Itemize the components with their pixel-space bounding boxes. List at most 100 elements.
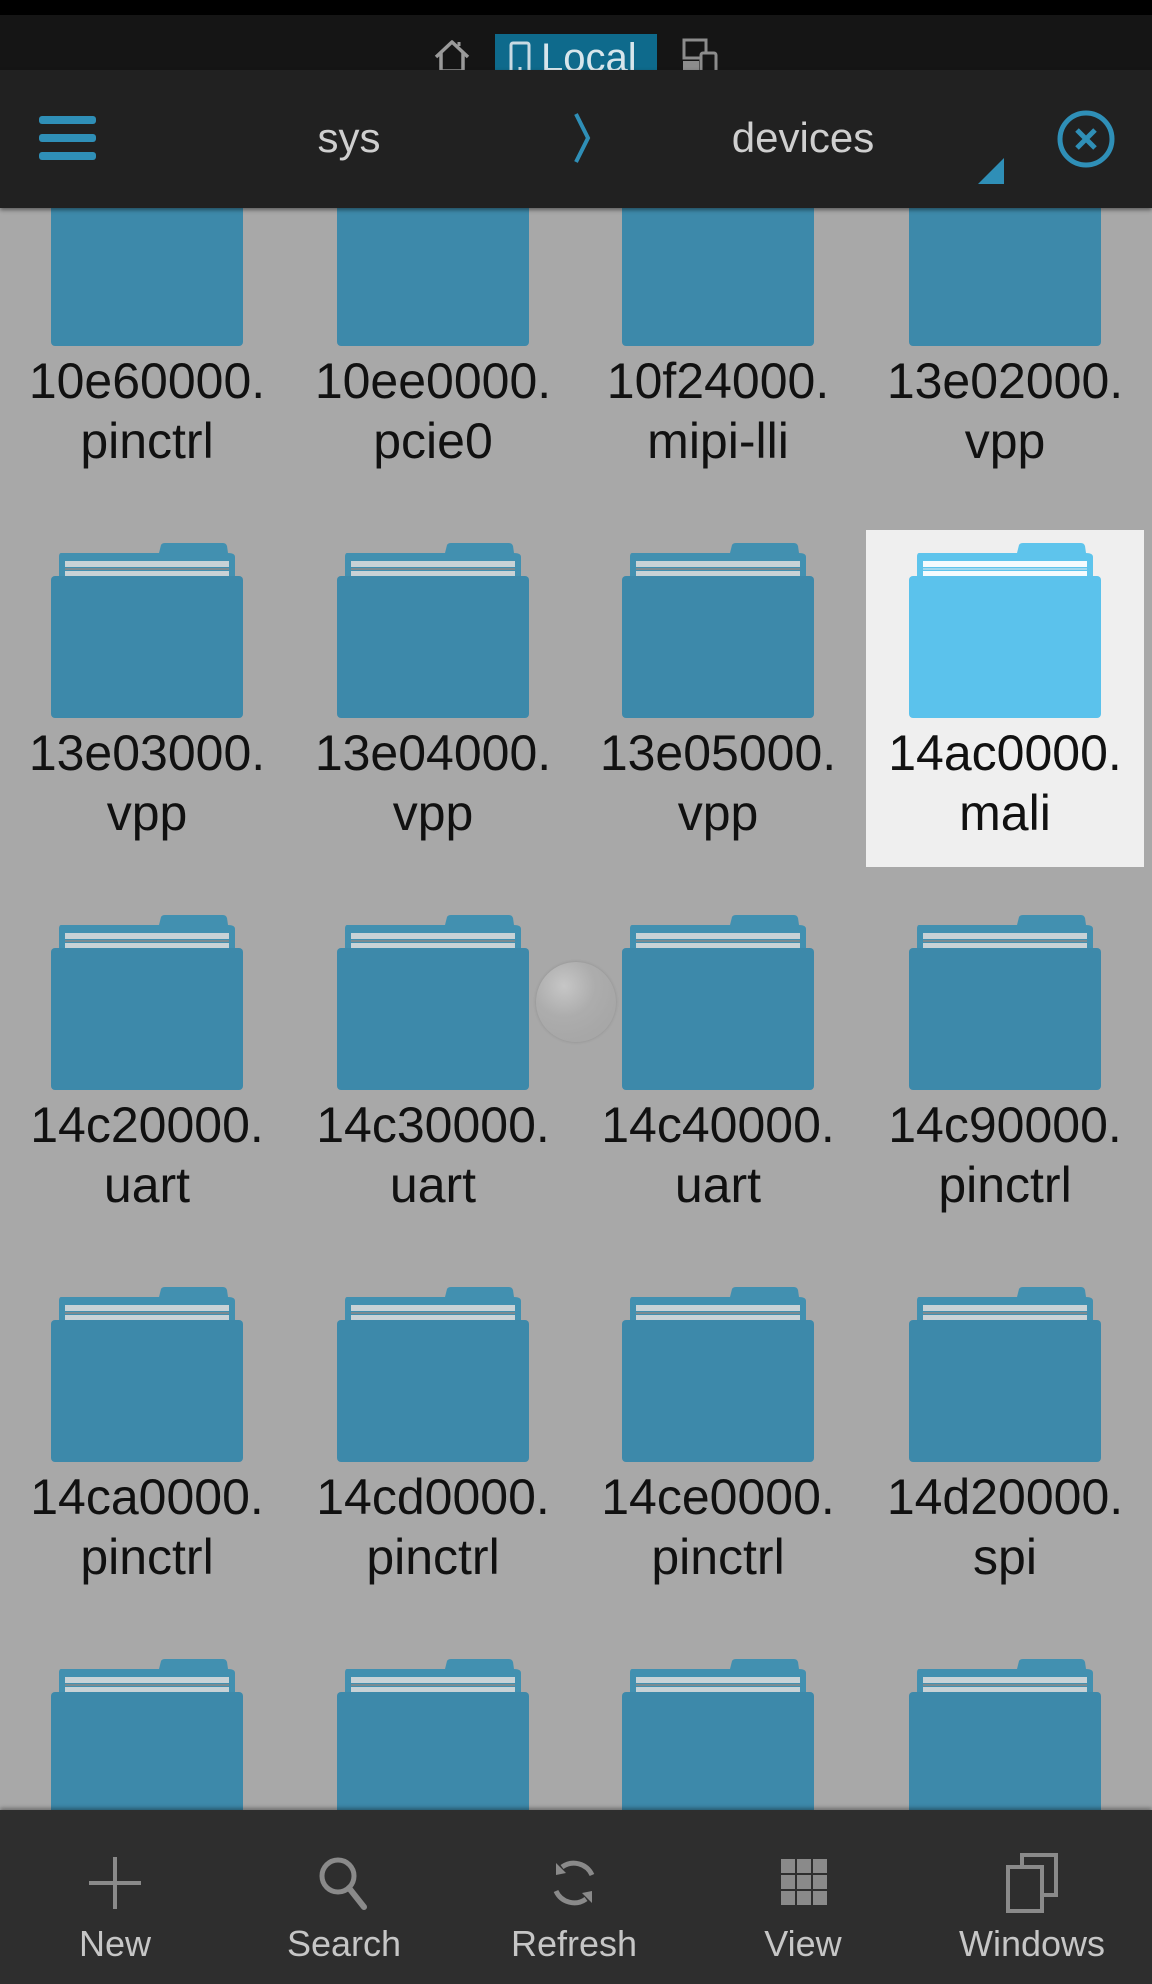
navigation-header: sys devices	[0, 70, 1152, 208]
toolbar-label: Windows	[958, 1923, 1106, 1964]
plus-icon	[89, 1857, 141, 1909]
folder-name-line1: 13e02000.	[886, 353, 1124, 409]
folder-item[interactable]: 14c30000. uart	[294, 902, 572, 1239]
toolbar-search-button[interactable]: Search	[229, 1810, 459, 1984]
folder-name: 10f24000. mipi-lli	[579, 351, 857, 471]
folder-name: 13e02000. vpp	[866, 351, 1144, 471]
folder-item[interactable]	[294, 1646, 572, 1810]
folder-name: 13e05000. vpp	[579, 723, 857, 843]
folder-name-line2: pcie0	[373, 413, 493, 469]
menu-button[interactable]	[39, 116, 96, 162]
folder-item[interactable]: 13e04000. vpp	[294, 530, 572, 867]
folder-item[interactable]: 14c90000. pinctrl	[866, 902, 1144, 1239]
folder-name-line2: vpp	[964, 413, 1046, 469]
folder-item[interactable]: 14ce0000. pinctrl	[579, 1274, 857, 1611]
windows-icon	[1006, 1853, 1058, 1913]
folder-item[interactable]: 14c20000. uart	[8, 902, 286, 1239]
folder-name: 14c40000. uart	[579, 1095, 857, 1215]
search-icon	[319, 1857, 367, 1910]
folder-icon	[622, 915, 814, 1090]
folder-name-line1: 14c30000.	[316, 1097, 550, 1153]
folder-name: 14c90000. pinctrl	[866, 1095, 1144, 1215]
folder-name: 14c30000. uart	[294, 1095, 572, 1215]
folder-name-line1: 10ee0000.	[314, 353, 552, 409]
folder-name-line1: 13e05000.	[599, 725, 837, 781]
folder-name: 13e03000. vpp	[8, 723, 286, 843]
breadcrumb-devices[interactable]: devices	[690, 110, 916, 166]
folder-icon	[337, 915, 529, 1090]
folder-name-line1: 14ce0000.	[601, 1469, 835, 1525]
folder-name-line2: uart	[389, 1157, 477, 1213]
folder-item[interactable]: 14cd0000. pinctrl	[294, 1274, 572, 1611]
folder-icon	[909, 208, 1101, 346]
breadcrumb-sys[interactable]: sys	[290, 110, 408, 166]
folder-name-line2: mipi-lli	[647, 413, 789, 469]
folder-name: 14ce0000. pinctrl	[579, 1467, 857, 1587]
folder-item[interactable]: 13e02000. vpp	[866, 208, 1144, 495]
folder-icon	[337, 543, 529, 718]
folder-name-line1: 14cd0000.	[316, 1469, 550, 1525]
folder-name: 10e60000. pinctrl	[8, 351, 286, 471]
toolbar-new-button[interactable]: New	[0, 1810, 230, 1984]
folder-icon	[337, 208, 529, 346]
folder-name-line2: vpp	[392, 785, 474, 841]
folder-name-line2: uart	[103, 1157, 191, 1213]
bottom-toolbar: New Search Refresh View Windows	[0, 1810, 1152, 1984]
folder-icon	[909, 543, 1101, 718]
folder-icon	[51, 1287, 243, 1462]
folder-item[interactable]: 14c40000. uart	[579, 902, 857, 1239]
toolbar-refresh-button[interactable]: Refresh	[459, 1810, 689, 1984]
folder-name-line1: 14ca0000.	[30, 1469, 264, 1525]
folder-icon	[622, 1659, 814, 1810]
folder-item[interactable]: 13e05000. vpp	[579, 530, 857, 867]
folder-icon	[909, 915, 1101, 1090]
folder-name-line2: pinctrl	[80, 1529, 214, 1585]
folder-name-line2: vpp	[677, 785, 759, 841]
chevron-right-icon	[574, 113, 591, 163]
dropdown-triangle-icon[interactable]	[978, 158, 1004, 184]
folder-item[interactable]	[579, 1646, 857, 1810]
folder-name-line1: 10e60000.	[28, 353, 266, 409]
folder-icon	[51, 208, 243, 346]
folder-name-line2: uart	[674, 1157, 762, 1213]
close-circle-icon[interactable]	[1056, 109, 1116, 169]
location-bar: Local	[0, 15, 1152, 82]
touch-indicator	[536, 962, 616, 1042]
folder-item[interactable]	[866, 1646, 1144, 1810]
folder-item[interactable]: 14ac0000. mali	[866, 530, 1144, 867]
folder-name-line2: pinctrl	[80, 413, 214, 469]
folder-name: 10ee0000. pcie0	[294, 351, 572, 471]
folder-name: 14d20000. spi	[866, 1467, 1144, 1587]
folder-icon	[51, 915, 243, 1090]
toolbar-view-button[interactable]: View	[688, 1810, 918, 1984]
folder-name-line1: 13e04000.	[314, 725, 552, 781]
folder-name: 14cd0000. pinctrl	[294, 1467, 572, 1587]
folder-icon	[909, 1287, 1101, 1462]
folder-name-line1: 14c40000.	[601, 1097, 835, 1153]
folder-name-line1: 10f24000.	[606, 353, 830, 409]
folder-item[interactable]: 10f24000. mipi-lli	[579, 208, 857, 495]
folder-name-line2: pinctrl	[651, 1529, 785, 1585]
folder-name-line2: spi	[973, 1529, 1037, 1585]
folder-item[interactable]: 10ee0000. pcie0	[294, 208, 572, 495]
folder-item[interactable]: 14d20000. spi	[866, 1274, 1144, 1611]
folder-icon	[622, 543, 814, 718]
toolbar-windows-button[interactable]: Windows	[917, 1810, 1147, 1984]
folder-icon	[622, 208, 814, 346]
refresh-icon	[553, 1860, 595, 1906]
folder-item[interactable]: 13e03000. vpp	[8, 530, 286, 867]
folder-name-line1: 14c90000.	[888, 1097, 1122, 1153]
folder-icon	[337, 1659, 529, 1810]
grid-view-icon	[781, 1859, 827, 1905]
folder-name-line2: vpp	[106, 785, 188, 841]
toolbar-label: View	[764, 1923, 842, 1964]
toolbar-label: Refresh	[510, 1923, 638, 1964]
folder-item[interactable]	[8, 1646, 286, 1810]
top-strip	[0, 0, 1152, 15]
toolbar-label: Search	[286, 1923, 402, 1964]
folder-item[interactable]: 14ca0000. pinctrl	[8, 1274, 286, 1611]
folder-item[interactable]: 10e60000. pinctrl	[8, 208, 286, 495]
folder-icon	[51, 1659, 243, 1810]
folder-icon	[622, 1287, 814, 1462]
folder-name-line1: 14c20000.	[30, 1097, 264, 1153]
